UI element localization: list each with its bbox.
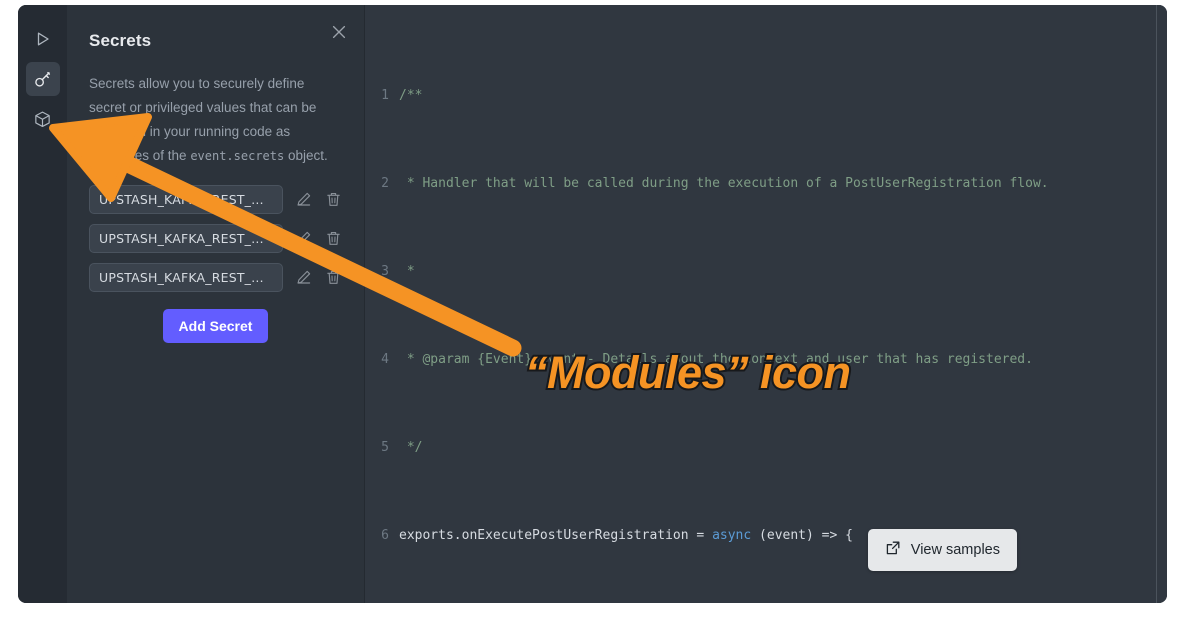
- line-content: * @param {Event} event - Details about t…: [399, 352, 1033, 367]
- key-icon: [33, 70, 52, 89]
- view-samples-button[interactable]: View samples: [867, 529, 1017, 571]
- line-content: /**: [399, 88, 423, 103]
- add-secret-container: Add Secret: [89, 309, 342, 343]
- delete-trash-icon[interactable]: [325, 230, 342, 247]
- code-line: 2 * Handler that will be called during t…: [365, 173, 1167, 195]
- code-line: 6 exports.onExecutePostUserRegistration …: [365, 525, 1167, 547]
- line-content: */: [399, 440, 423, 455]
- line-number: 6: [381, 528, 389, 543]
- list-item: UPSTASH_KAFKA_REST_…: [89, 184, 342, 214]
- secret-name-field[interactable]: UPSTASH_KAFKA_REST_…: [89, 184, 283, 214]
- secrets-list: UPSTASH_KAFKA_REST_… UPSTASH_KAFKA_REST_…: [89, 184, 342, 292]
- secrets-description: Secrets allow you to securely define sec…: [89, 72, 341, 168]
- edit-pencil-icon[interactable]: [295, 191, 312, 208]
- delete-trash-icon[interactable]: [325, 269, 342, 286]
- add-secret-button[interactable]: Add Secret: [162, 309, 269, 343]
- sidebar-item-secrets[interactable]: [25, 62, 60, 96]
- page-title: Secrets: [89, 31, 152, 50]
- line-content: *: [399, 264, 415, 279]
- secret-name-field[interactable]: UPSTASH_KAFKA_REST_…: [89, 262, 283, 292]
- line-number: 5: [381, 440, 389, 455]
- close-icon[interactable]: [330, 23, 348, 41]
- secrets-description-after: object.: [284, 148, 328, 163]
- view-samples-label: View samples: [910, 542, 1000, 558]
- line-number: 4: [381, 352, 389, 367]
- icon-rail: [18, 5, 67, 603]
- play-triangle-icon: [34, 30, 52, 48]
- edit-pencil-icon[interactable]: [295, 269, 312, 286]
- line-number: 1: [381, 88, 389, 103]
- minimap-divider: [1156, 5, 1157, 603]
- delete-trash-icon[interactable]: [325, 191, 342, 208]
- box-cube-icon: [33, 110, 52, 129]
- line-content: * Handler that will be called during the…: [399, 176, 1049, 191]
- list-item: UPSTASH_KAFKA_REST_…: [89, 262, 342, 292]
- code-suffix: (event) => {: [751, 528, 853, 543]
- sidebar-item-run-test[interactable]: [26, 22, 60, 56]
- external-link-icon: [885, 540, 901, 560]
- code-line: 3 *: [365, 261, 1167, 283]
- secret-name-field[interactable]: UPSTASH_KAFKA_REST_…: [89, 223, 283, 253]
- code-line: 4 * @param {Event} event - Details about…: [365, 349, 1167, 371]
- code-keyword: async: [712, 528, 752, 543]
- list-item: UPSTASH_KAFKA_REST_…: [89, 223, 342, 253]
- line-number: 2: [381, 176, 389, 191]
- code-editor[interactable]: 1 /** 2 * Handler that will be called du…: [365, 5, 1167, 603]
- auth0-actions-editor-window: Secrets Secrets allow you to securely de…: [18, 5, 1167, 603]
- code-line: 1 /**: [365, 85, 1167, 107]
- code-block: 1 /** 2 * Handler that will be called du…: [365, 5, 1167, 603]
- sidebar-item-modules[interactable]: [26, 102, 60, 136]
- line-number: 3: [381, 264, 389, 279]
- line-content: exports.onExecutePostUserRegistration = …: [399, 525, 853, 547]
- secrets-description-code: event.secrets: [190, 149, 285, 163]
- code-prefix: exports.onExecutePostUserRegistration =: [399, 528, 713, 543]
- secrets-panel: Secrets Secrets allow you to securely de…: [67, 5, 365, 603]
- edit-pencil-icon[interactable]: [295, 230, 312, 247]
- code-line: 5 */: [365, 437, 1167, 459]
